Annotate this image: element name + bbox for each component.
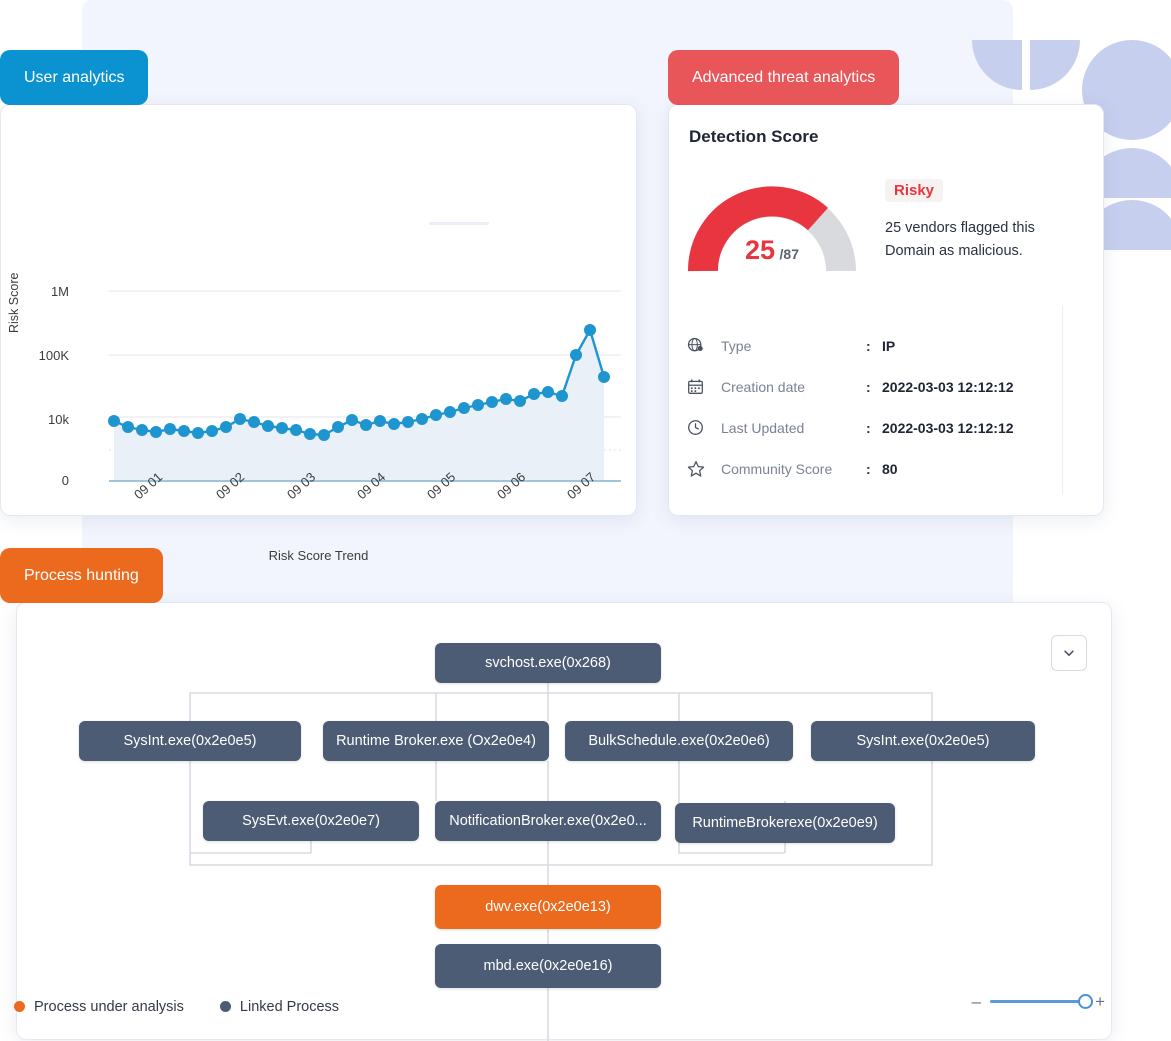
process-node-sysint-2[interactable]: SysInt.exe(0x2e0e5) <box>811 721 1035 761</box>
process-node-runtime-broker[interactable]: Runtime Broker.exe (Ox2e0e4) <box>323 721 549 761</box>
star-icon <box>687 460 721 478</box>
zoom-slider-control[interactable]: – + <box>972 985 1105 1018</box>
process-node-sysint-1[interactable]: SysInt.exe(0x2e0e5) <box>79 721 301 761</box>
metadata-separator: : <box>866 460 871 477</box>
detection-score-max: /87 <box>779 246 799 262</box>
metadata-row: Type : IP <box>687 325 1087 366</box>
tree-options-dropdown-button[interactable] <box>1051 635 1087 671</box>
globe-icon <box>687 337 721 354</box>
metadata-label: Creation date <box>721 378 806 395</box>
process-node-bulkschedule[interactable]: BulkSchedule.exe(0x2e0e6) <box>565 721 793 761</box>
metadata-label: Community Score <box>721 460 833 477</box>
zoom-slider-handle[interactable] <box>1078 994 1094 1009</box>
detection-score-value: 25 <box>745 235 776 265</box>
legend-dot-icon <box>14 1001 25 1012</box>
metadata-row: Last Updated : 2022-03-03 12:12:12 <box>687 407 1087 448</box>
detection-score-title: Detection Score <box>689 127 819 146</box>
legend-dot-icon <box>219 1001 231 1012</box>
tab-user-analytics[interactable]: User analytics <box>0 50 149 105</box>
detection-score-value-group: 25 /87 <box>687 235 857 266</box>
status-badge: Risky <box>885 179 944 202</box>
tab-process-hunting[interactable]: Process hunting <box>0 548 163 603</box>
decorative-petal-icon <box>972 40 1022 90</box>
zoom-in-button[interactable]: + <box>1095 992 1105 1012</box>
process-node-notificationbroker[interactable]: NotificationBroker.exe(0x2e0... <box>435 801 661 841</box>
legend-label: Linked Process <box>239 998 340 1015</box>
chevron-down-icon <box>1064 650 1074 656</box>
process-tree: svchost.exe(0x268) SysInt.exe(0x2e0e5) R… <box>17 603 1111 1041</box>
metadata-row: Creation date : 2022-03-03 12:12:12 <box>687 366 1087 407</box>
metadata-separator: : <box>866 419 871 436</box>
risk-score-chart-card: Risk Score 1M 100K 10k 0 09 01 09 02 09 … <box>0 104 637 563</box>
metadata-value: 2022-03-03 12:12:12 <box>882 419 1014 436</box>
decorative-petal-icon <box>1030 40 1080 90</box>
detection-score-card: Detection Score 25 /87 Risky 25 vendors … <box>668 104 1104 516</box>
metadata-label: Type <box>721 337 752 354</box>
threat-metadata-list: Type : IP Creation date : 2022-03-03 12:… <box>687 325 1087 489</box>
risk-description: 25 vendors flagged this Domain as malici… <box>885 220 1035 260</box>
metadata-label: Last Updated <box>721 419 805 436</box>
clock-icon <box>687 419 721 436</box>
metadata-row: Community Score : 80 <box>687 448 1087 489</box>
metadata-value: 80 <box>882 460 898 477</box>
process-node-sysevt[interactable]: SysEvt.exe(0x2e0e7) <box>203 801 419 841</box>
risk-score-chart: Risk Score 1M 100K 10k 0 09 01 09 02 09 … <box>1 105 636 563</box>
zoom-out-button[interactable]: – <box>972 992 981 1012</box>
metadata-separator: : <box>866 378 871 395</box>
legend-label: Process under analysis <box>34 998 184 1015</box>
process-node-target-dwv[interactable]: dwv.exe(0x2e0e13) <box>435 885 661 929</box>
calendar-icon <box>687 378 721 395</box>
decorative-petal-icon <box>1082 40 1171 90</box>
zoom-slider-track[interactable] <box>990 994 1094 1009</box>
process-hunting-card: svchost.exe(0x268) SysInt.exe(0x2e0e5) R… <box>16 602 1112 1041</box>
process-node-mbd[interactable]: mbd.exe(0x2e0e16) <box>435 944 661 988</box>
process-node-runtimebrokerexe[interactable]: RuntimeBrokerexe(0x2e0e9) <box>675 803 895 843</box>
process-tree-legend: Process under analysis Linked Process <box>14 995 339 1018</box>
metadata-value: IP <box>882 337 896 354</box>
process-node-root[interactable]: svchost.exe(0x268) <box>435 643 661 683</box>
legend-item-linked-process: Linked Process <box>219 998 340 1015</box>
chart-plot-svg <box>108 290 621 482</box>
metadata-value: 2022-03-03 12:12:12 <box>882 378 1014 395</box>
tab-advanced-threat[interactable]: Advanced threat analytics <box>668 50 900 105</box>
legend-item-process-under-analysis: Process under analysis <box>14 999 184 1015</box>
metadata-separator: : <box>866 337 871 354</box>
